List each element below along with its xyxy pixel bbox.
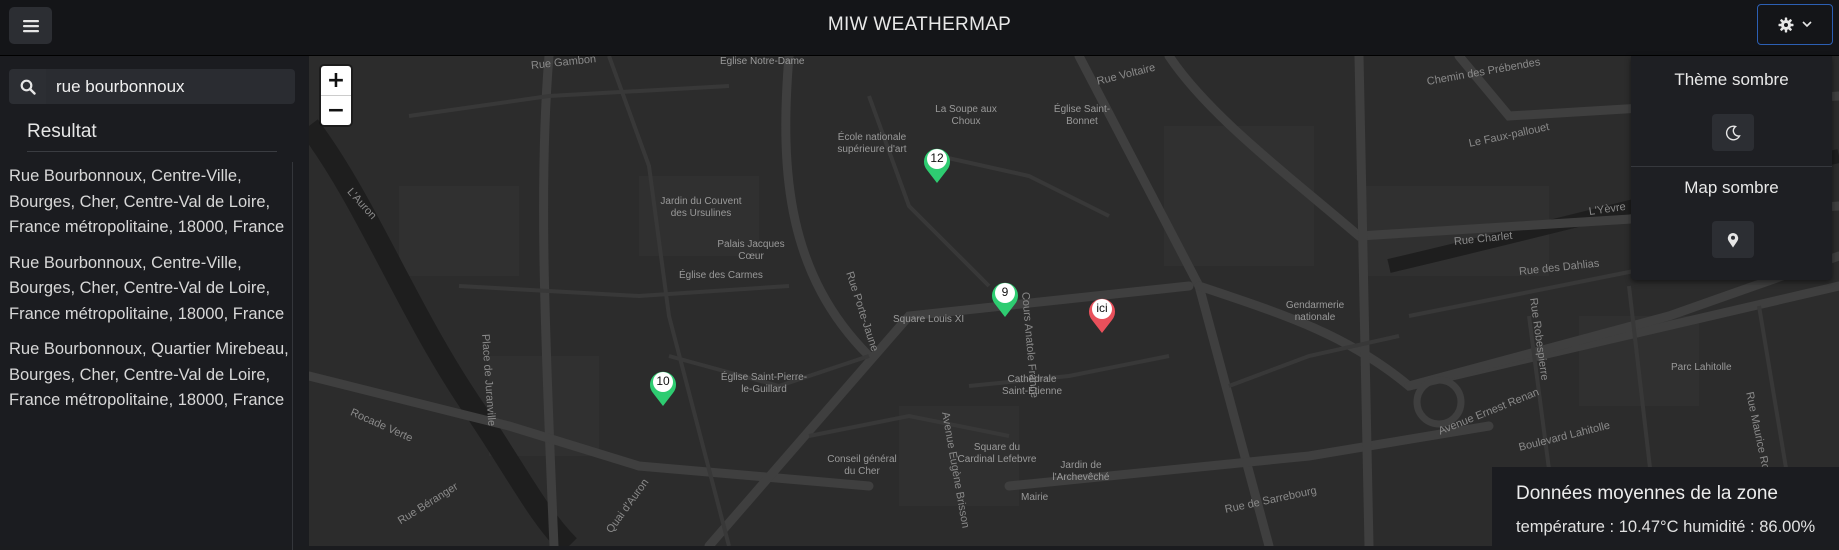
map-theme-toggle-label: Map sombre [1684,178,1779,197]
results-divider [27,151,277,152]
current-location-marker[interactable]: ici [1086,294,1118,334]
place-label: Église Saint-Bonnet [1053,104,1111,127]
marker-label: 9 [1001,285,1009,299]
place-label: Mairie [1021,492,1049,503]
result-item[interactable]: Rue Bourbonnoux, Centre-Ville, Bourges, … [9,164,289,241]
place-label: Eglise Notre-Dame [720,56,805,67]
place-label: Cathédrale Saint-Étienne [1001,374,1063,397]
place-label: Palais Jacques Cœur [717,239,785,262]
place-label: Église Saint-Pierre-le-Guillard [720,372,808,395]
dropdown-divider [1631,166,1832,167]
settings-dropdown: Thème sombre Map sombre [1631,56,1832,280]
place-label: Square Louis XI [893,314,965,325]
map-theme-toggle-button[interactable] [1712,221,1754,258]
weather-marker[interactable]: 10 [647,367,679,407]
search-button[interactable] [9,69,46,104]
zoom-out-button[interactable]: − [321,96,351,125]
map-pin-icon [1727,232,1739,247]
theme-toggle-button[interactable] [1712,114,1754,151]
marker-label: ici [1096,301,1108,315]
settings-dropdown-button[interactable] [1757,4,1833,45]
weather-marker[interactable]: 9 [989,278,1021,318]
stats-values: température : 10.47°C humidité : 86.00% [1516,518,1816,536]
search-sidebar: Resultat Rue Bourbonnoux, Centre-Ville, … [0,56,308,550]
app-title: MIW WEATHERMAP [827,14,1012,35]
moon-icon [1725,124,1741,140]
weather-marker[interactable]: 12 [921,144,953,184]
place-label: École nationale supérieure d'art [837,132,907,155]
chevron-down-icon [1802,21,1812,28]
theme-toggle-label: Thème sombre [1674,70,1789,89]
search-bar [9,69,295,104]
marker-label: 10 [656,374,670,388]
stats-title: Données moyennes de la zone [1516,483,1778,504]
search-icon [20,79,36,95]
place-label: Square du Cardinal Lefebvre [957,442,1037,465]
zone-average-panel: Données moyennes de la zone température … [1492,467,1839,546]
results-scrollbar[interactable] [292,162,293,550]
place-label: Parc Lahitolle [1671,362,1732,373]
place-label: Gendarmerie nationale [1285,300,1345,323]
place-label: Jardin de l'Archevêché [1052,460,1110,483]
zoom-control: + − [321,66,351,125]
result-item[interactable]: Rue Bourbonnoux, Quartier Mirebeau, Bour… [9,337,289,414]
results-heading: Resultat [27,121,97,142]
results-list: Rue Bourbonnoux, Centre-Ville, Bourges, … [9,164,289,424]
place-label: La Soupe aux Choux [935,104,997,127]
place-label: Église des Carmes [679,270,763,281]
result-item[interactable]: Rue Bourbonnoux, Centre-Ville, Bourges, … [9,251,289,328]
place-label: Jardin du Couvent des Ursulines [660,196,742,219]
search-input[interactable] [46,69,295,104]
marker-label: 12 [930,151,944,165]
gear-icon [1778,17,1794,32]
place-label: Conseil général du Cher [827,454,897,477]
top-navbar: MIW WEATHERMAP [0,0,1839,56]
zoom-in-button[interactable]: + [321,66,351,96]
